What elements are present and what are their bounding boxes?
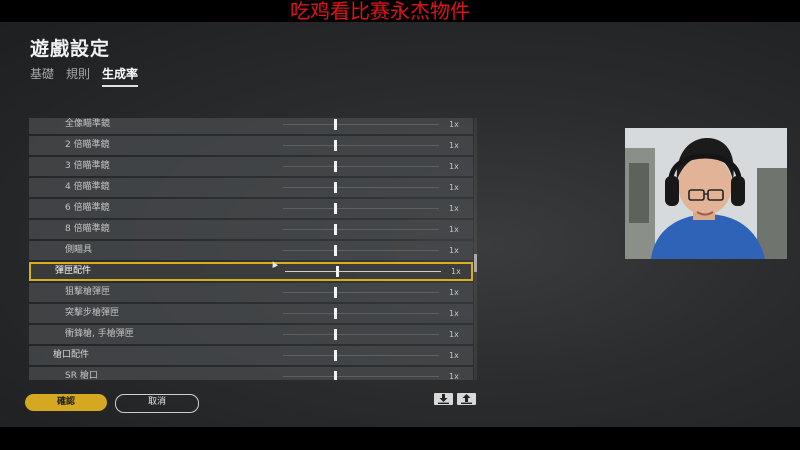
spawn-rate-label: 3 倍瞄準鏡 [65, 161, 110, 171]
spawn-rate-value: 1x [449, 330, 459, 339]
spawn-rate-slider-track[interactable] [283, 166, 439, 167]
stream-overlay-banner: 吃鸡看比赛永杰物件 [290, 0, 470, 23]
spawn-rate-slider-thumb[interactable] [334, 287, 338, 298]
spawn-rate-value: 1x [449, 120, 459, 129]
scrollbar-thumb[interactable] [474, 254, 477, 272]
download-icon [438, 394, 449, 404]
spawn-rate-slider-track[interactable] [283, 250, 439, 251]
spawn-rate-label: 2 倍瞄準鏡 [65, 140, 110, 150]
spawn-rate-slider-thumb[interactable] [336, 266, 340, 277]
spawn-rate-slider-thumb[interactable] [334, 182, 338, 193]
spawn-rate-label: 側瞄具 [65, 245, 93, 255]
spawn-rate-value: 1x [451, 267, 461, 276]
streamer-webcam [625, 128, 787, 259]
spawn-rate-slider-thumb[interactable] [334, 224, 338, 235]
spawn-rate-row[interactable]: 衝鋒槍, 手槍彈匣 1x [29, 325, 473, 344]
spawn-rate-value: 1x [449, 309, 459, 318]
confirm-button[interactable]: 確認 [25, 394, 107, 411]
spawn-rate-row[interactable]: 槍口配件 1x [29, 346, 473, 365]
spawn-rate-label: 8 倍瞄準鏡 [65, 224, 110, 234]
webcam-image [625, 128, 787, 259]
spawn-rate-label: 狙擊槍彈匣 [65, 287, 111, 297]
spawn-rate-row[interactable]: 突擊步槍彈匣 1x [29, 304, 473, 323]
spawn-rate-slider-thumb[interactable] [334, 245, 338, 256]
tab-spawn-rate[interactable]: 生成率 [102, 65, 139, 87]
spawn-rate-slider-track[interactable] [283, 145, 439, 146]
spawn-rate-value: 1x [449, 288, 459, 297]
spawn-rate-slider-track[interactable] [283, 187, 439, 188]
spawn-rate-row[interactable]: 4 倍瞄準鏡 1x [29, 178, 473, 197]
spawn-rate-value: 1x [449, 204, 459, 213]
spawn-rate-slider-track[interactable] [283, 208, 439, 209]
spawn-rate-slider-thumb[interactable] [334, 329, 338, 340]
cancel-button[interactable]: 取消 [115, 394, 199, 413]
spawn-rate-slider-track[interactable] [283, 292, 439, 293]
spawn-rate-label: 槍口配件 [53, 350, 90, 360]
spawn-rate-slider-thumb[interactable] [334, 140, 338, 151]
spawn-rate-row[interactable]: 彈匣配件 1x [29, 262, 473, 281]
spawn-rate-label: 4 倍瞄準鏡 [65, 182, 110, 192]
spawn-rate-slider-track[interactable] [283, 376, 439, 377]
spawn-rate-slider-thumb[interactable] [334, 119, 338, 130]
spawn-rate-label: 衝鋒槍, 手槍彈匣 [65, 329, 134, 339]
spawn-rate-slider-thumb[interactable] [334, 308, 338, 319]
spawn-rate-row[interactable]: 2 倍瞄準鏡 1x [29, 136, 473, 155]
bottom-black-bar [0, 427, 800, 450]
spawn-rate-slider-thumb[interactable] [334, 203, 338, 214]
spawn-rate-row[interactable]: 全像瞄準鏡 1x [29, 118, 473, 134]
page-title: 遊戲設定 [30, 38, 111, 60]
spawn-rate-row[interactable]: 8 倍瞄準鏡 1x [29, 220, 473, 239]
spawn-rate-slider-track[interactable] [285, 271, 441, 272]
spawn-rate-row[interactable]: 6 倍瞄準鏡 1x [29, 199, 473, 218]
spawn-rate-value: 1x [449, 162, 459, 171]
spawn-rate-label: 6 倍瞄準鏡 [65, 203, 110, 213]
download-button[interactable] [434, 393, 453, 405]
spawn-rate-value: 1x [449, 225, 459, 234]
settings-tabs: 基礎 規則 生成率 [30, 65, 139, 87]
spawn-rate-slider-track[interactable] [283, 229, 439, 230]
upload-button[interactable] [457, 393, 476, 405]
spawn-rate-list: 全像瞄準鏡 1x 2 倍瞄準鏡 1x 3 倍瞄準鏡 1x 4 倍瞄準鏡 1x 6 倍瞄準鏡 1x 8… [29, 118, 473, 380]
spawn-rate-value: 1x [449, 372, 459, 380]
spawn-rate-label: 突擊步槍彈匣 [65, 308, 120, 318]
spawn-rate-label: SR 槍口 [65, 371, 98, 380]
spawn-rate-slider-track[interactable] [283, 313, 439, 314]
spawn-rate-value: 1x [449, 183, 459, 192]
spawn-rate-row[interactable]: 側瞄具 1x [29, 241, 473, 260]
spawn-rate-slider-thumb[interactable] [334, 371, 338, 380]
tab-rules[interactable]: 規則 [66, 65, 90, 87]
spawn-rate-row[interactable]: 狙擊槍彈匣 1x [29, 283, 473, 302]
spawn-rate-row[interactable]: SR 槍口 1x [29, 367, 473, 380]
spawn-rate-slider-track[interactable] [283, 334, 439, 335]
list-scrollbar[interactable] [474, 118, 477, 380]
spawn-rate-slider-track[interactable] [283, 124, 439, 125]
spawn-rate-slider-track[interactable] [283, 355, 439, 356]
spawn-rate-slider-thumb[interactable] [334, 350, 338, 361]
spawn-rate-label: 彈匣配件 [55, 266, 92, 276]
tab-basic[interactable]: 基礎 [30, 65, 54, 87]
spawn-rate-value: 1x [449, 246, 459, 255]
spawn-rate-label: 全像瞄準鏡 [65, 119, 111, 129]
upload-icon [461, 394, 472, 404]
spawn-rate-slider-thumb[interactable] [334, 161, 338, 172]
spawn-rate-value: 1x [449, 351, 459, 360]
spawn-rate-row[interactable]: 3 倍瞄準鏡 1x [29, 157, 473, 176]
spawn-rate-value: 1x [449, 141, 459, 150]
